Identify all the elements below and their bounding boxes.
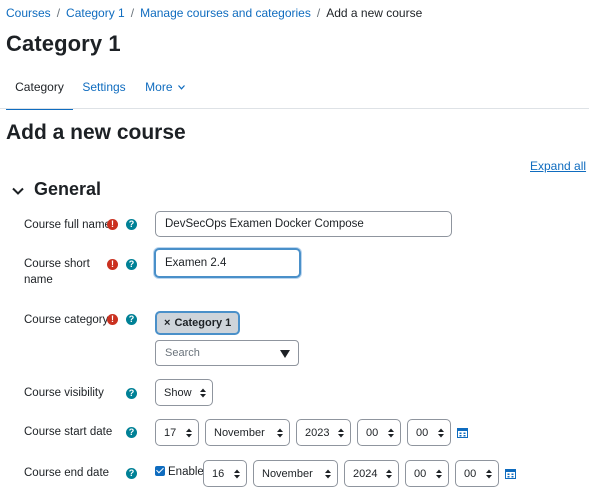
end-hour-value: 00 (414, 468, 427, 480)
enable-label: Enable (168, 466, 204, 478)
full-name-input[interactable] (155, 211, 452, 237)
required-icon: ! (107, 314, 118, 325)
page-title: Category 1 (6, 31, 121, 56)
end-month-select[interactable]: November (253, 460, 338, 487)
select-arrows-icon (438, 428, 444, 438)
end-date-label: Course end date (24, 467, 110, 479)
expand-all-link[interactable]: Expand all (530, 159, 586, 173)
select-arrows-icon (386, 469, 392, 479)
help-icon[interactable]: ? (126, 219, 137, 230)
category-search-select[interactable]: Search (155, 340, 299, 366)
end-minute-select[interactable]: 00 (455, 460, 499, 487)
enable-checkbox[interactable] (155, 466, 165, 476)
end-year-value: 2024 (353, 468, 378, 480)
help-icon[interactable]: ? (126, 314, 137, 325)
select-arrows-icon (277, 428, 283, 438)
help-icon[interactable]: ? (126, 259, 137, 270)
breadcrumb: Courses / Category 1 / Manage courses and ca… (6, 6, 422, 20)
visibility-select[interactable]: Show (155, 379, 213, 406)
start-minute-value: 00 (416, 427, 429, 439)
select-arrows-icon (486, 469, 492, 479)
selected-category-chip[interactable]: × Category 1 (155, 311, 241, 335)
tab-settings[interactable]: Settings (76, 70, 132, 108)
section-title: Add a new course (6, 121, 186, 144)
category-search-placeholder: Search (165, 347, 200, 359)
select-arrows-icon (338, 428, 344, 438)
category-label: Course category (24, 314, 109, 326)
short-name-input[interactable] (154, 248, 301, 278)
end-day-value: 16 (212, 468, 225, 480)
start-hour-value: 00 (366, 427, 379, 439)
breadcrumb-separator: / (130, 6, 135, 20)
collapse-chevron-icon[interactable] (10, 183, 26, 199)
end-day-select[interactable]: 16 (203, 460, 247, 487)
start-month-value: November (214, 427, 265, 439)
start-date-label: Course start date (24, 426, 113, 438)
visibility-label: Course visibility (24, 387, 104, 399)
start-year-value: 2023 (305, 427, 330, 439)
required-icon: ! (107, 259, 118, 270)
tab-more-label: More (145, 80, 173, 94)
start-day-select[interactable]: 17 (155, 419, 199, 446)
tabs-divider (0, 108, 589, 109)
start-day-value: 17 (164, 427, 177, 439)
end-year-select[interactable]: 2024 (344, 460, 399, 487)
breadcrumb-courses[interactable]: Courses (6, 6, 51, 20)
tab-category-label: Category (15, 80, 64, 94)
required-icon: ! (107, 219, 118, 230)
select-arrows-icon (388, 428, 394, 438)
start-minute-select[interactable]: 00 (407, 419, 451, 446)
help-icon[interactable]: ? (126, 388, 137, 399)
secondary-navigation: Category Settings More (6, 70, 589, 110)
start-year-select[interactable]: 2023 (296, 419, 351, 446)
dropdown-arrow-icon[interactable] (280, 350, 290, 358)
breadcrumb-separator: / (316, 6, 321, 20)
calendar-icon[interactable] (505, 468, 516, 479)
breadcrumb-category-1[interactable]: Category 1 (66, 6, 125, 20)
short-name-label: Course short name (24, 258, 90, 286)
end-minute-value: 00 (464, 468, 477, 480)
end-hour-select[interactable]: 00 (405, 460, 449, 487)
select-arrows-icon (186, 428, 192, 438)
tab-more[interactable]: More (140, 70, 190, 108)
tab-category[interactable]: Category (6, 70, 73, 110)
breadcrumb-current: Add a new course (326, 6, 423, 20)
select-arrows-icon (234, 469, 240, 479)
end-date-enable[interactable]: Enable (155, 466, 204, 478)
chevron-down-icon (177, 85, 185, 90)
visibility-value: Show (164, 387, 192, 399)
selected-category-label: Category 1 (174, 317, 232, 329)
select-arrows-icon (200, 388, 206, 398)
calendar-icon[interactable] (457, 427, 468, 438)
full-name-label: Course full name (24, 219, 111, 231)
breadcrumb-manage-courses[interactable]: Manage courses and categories (140, 6, 311, 20)
select-arrows-icon (325, 469, 331, 479)
start-hour-select[interactable]: 00 (357, 419, 401, 446)
remove-icon[interactable]: × (164, 317, 170, 329)
select-arrows-icon (436, 469, 442, 479)
general-section-title: General (34, 179, 102, 199)
help-icon[interactable]: ? (126, 427, 137, 438)
breadcrumb-separator: / (56, 6, 61, 20)
tab-settings-label: Settings (82, 80, 126, 94)
help-icon[interactable]: ? (126, 468, 137, 479)
end-month-value: November (262, 468, 313, 480)
start-month-select[interactable]: November (205, 419, 290, 446)
